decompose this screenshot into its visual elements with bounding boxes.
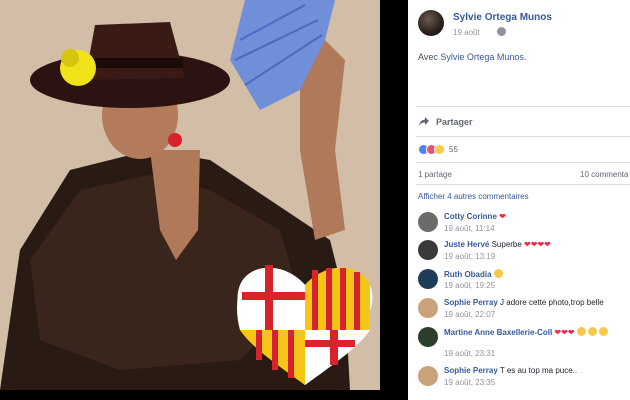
post-text: Avec Sylvie Ortega Munos. <box>418 52 526 62</box>
post-panel: Sylvie Ortega Munos 19 août Avec Sylvie … <box>408 0 630 400</box>
share-arrow-icon <box>418 116 430 128</box>
comment-body: Martine Anne Baxellerie-Coll ❤❤❤ <box>444 327 608 337</box>
comment-date[interactable]: 19 août, 11:14 <box>444 224 495 233</box>
show-more-comments-link[interactable]: Afficher 4 autres commentaires <box>418 192 529 201</box>
divider <box>416 184 630 185</box>
comment-body: Cotty Corinne ❤ <box>444 212 506 221</box>
comment-count[interactable]: 10 commenta <box>580 170 628 179</box>
sad-reaction-icon <box>434 143 445 155</box>
commenter-name[interactable]: Cotty Corinne <box>444 212 497 221</box>
emoji-icon <box>576 327 586 336</box>
globe-icon <box>497 27 506 36</box>
commenter-avatar[interactable] <box>418 212 438 232</box>
comment-text: T es au top ma puce.. <box>497 366 578 375</box>
author-name[interactable]: Sylvie Ortega Munos <box>453 12 552 23</box>
commenter-name[interactable]: Sophie Perray <box>444 366 498 375</box>
commenter-name[interactable]: Martine Anne Baxellerie-Coll <box>444 328 552 337</box>
comment-date[interactable]: 19 août, 23:31 <box>444 349 495 358</box>
commenter-avatar[interactable] <box>418 327 438 347</box>
divider <box>416 162 630 163</box>
commenter-avatar[interactable] <box>418 269 438 289</box>
share-count[interactable]: 1 partage <box>418 170 452 179</box>
emoji-icon <box>598 327 608 336</box>
comment-body: Sophie Perray T es au top ma puce.. <box>444 366 577 375</box>
post-header: Sylvie Ortega Munos 19 août <box>418 10 630 44</box>
comment-text: Superbe <box>489 240 522 249</box>
divider <box>416 106 630 107</box>
heart-icon: ❤ <box>521 240 531 249</box>
emoji-icon <box>493 269 503 278</box>
comment-text: J adore cette photo,trop belle <box>497 298 604 307</box>
photo-illustration <box>0 0 380 390</box>
heart-icon: ❤ <box>567 328 575 337</box>
comment-date[interactable]: 19 août, 23:35 <box>444 378 495 387</box>
commenter-avatar[interactable] <box>418 298 438 318</box>
panel-gap <box>380 0 408 400</box>
heart-icon: ❤ <box>544 240 551 249</box>
divider <box>416 136 630 137</box>
commenter-name[interactable]: Ruth Obadia <box>444 270 492 279</box>
post-photo[interactable] <box>0 0 380 390</box>
comment-date[interactable]: 19 août, 13:19 <box>444 252 495 261</box>
heart-icon: ❤ <box>496 212 506 221</box>
commenter-name[interactable]: Juste Hervé <box>444 240 489 249</box>
author-avatar[interactable] <box>418 10 444 36</box>
post-date[interactable]: 19 août <box>453 28 480 37</box>
comment-date[interactable]: 19 août, 19:25 <box>444 281 495 290</box>
reaction-count: 55 <box>449 144 458 154</box>
reactions-summary[interactable]: 55 <box>418 143 458 155</box>
commenter-name[interactable]: Sophie Perray <box>444 298 498 307</box>
heart-icon: ❤ <box>561 328 568 337</box>
heart-icon: ❤ <box>552 328 562 337</box>
comment-body: Ruth Obadia <box>444 269 503 279</box>
commenter-avatar[interactable] <box>418 366 438 386</box>
comment-body: Sophie Perray J adore cette photo,trop b… <box>444 298 604 307</box>
photo-bottom-strip <box>0 390 380 400</box>
comment-body: Juste Hervé Superbe ❤❤❤❤ <box>444 240 551 249</box>
commenter-avatar[interactable] <box>418 240 438 260</box>
post-text-suffix: . <box>523 52 527 62</box>
tagged-person[interactable]: Sylvie Ortega Munos <box>440 52 524 62</box>
share-button[interactable]: Partager <box>418 115 473 129</box>
emoji-icon <box>587 327 597 336</box>
post-text-prefix: Avec <box>418 52 441 62</box>
share-label: Partager <box>436 117 473 127</box>
comment-date[interactable]: 19 août, 22:07 <box>444 310 495 319</box>
